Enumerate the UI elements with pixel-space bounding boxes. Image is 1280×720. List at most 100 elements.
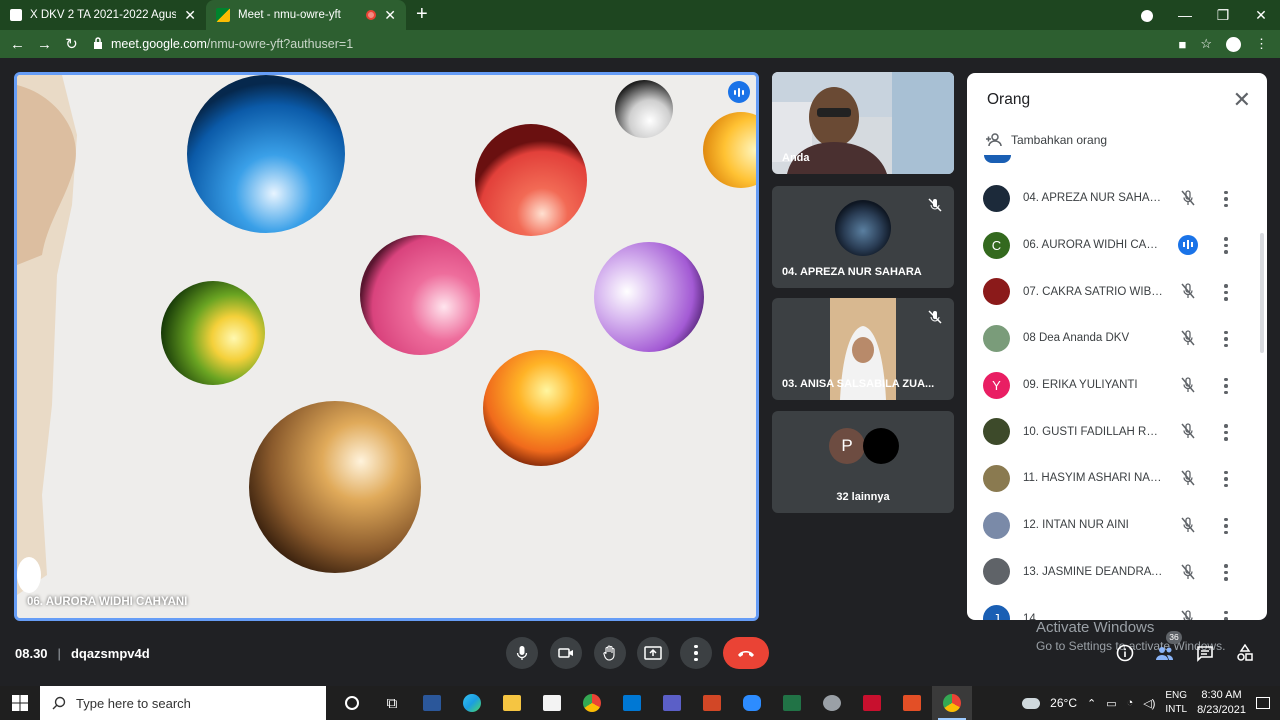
browser-tab-strip: X DKV 2 TA 2021-2022 Agus Sriy ✕ Meet - … [0,0,1280,30]
mic-off-icon[interactable] [1177,607,1199,620]
notifications-icon[interactable] [1256,697,1270,709]
store-icon[interactable] [532,686,572,720]
mic-off-icon[interactable] [1177,327,1199,349]
participant-tile-apreza[interactable]: 04. APREZA NUR SAHARA [772,186,954,288]
participant-row[interactable]: 13. JASMINE DEANDRA P... [967,549,1257,596]
camera-button[interactable] [550,637,582,669]
participant-tile-self[interactable]: Anda [772,72,954,174]
participant-row[interactable]: 04. APREZA NUR SAHARA [967,175,1257,222]
participant-row[interactable]: 08 Dea Ananda DKV [967,315,1257,362]
weather-icon[interactable] [1022,697,1041,709]
mic-off-icon[interactable] [1177,374,1199,396]
participant-more-icon[interactable] [1219,375,1233,397]
participant-more-icon[interactable] [1219,235,1233,257]
close-tab-icon[interactable]: ✕ [184,7,196,24]
url-field[interactable]: meet.google.com/nmu-owre-yft?authuser=1 [93,36,1178,52]
chrome-icon[interactable] [572,686,612,720]
add-people-button[interactable]: Tambahkan orang [985,133,1107,147]
clock[interactable]: 8:30 AM 8/23/2021 [1197,688,1246,718]
mic-off-icon[interactable] [1177,187,1199,209]
profile-avatar[interactable] [1226,36,1241,52]
participant-name: 09. ERIKA YULIYANTI [1023,379,1138,392]
close-panel-button[interactable]: ✕ [1233,87,1251,113]
mic-off-icon[interactable] [1177,420,1199,442]
participant-more-icon[interactable] [1219,515,1233,537]
excel-icon[interactable] [772,686,812,720]
temperature[interactable]: 26°C [1050,696,1077,710]
lock-icon[interactable] [93,36,103,52]
meeting-code[interactable]: dqazsmpv4d [71,646,150,661]
volume-icon[interactable]: ◁) [1143,697,1155,710]
participant-count-badge: 36 [1166,631,1182,644]
participant-row[interactable]: J 14. ... [967,595,1257,620]
participant-row[interactable]: 10. GUSTI FADILLAH RAH... [967,408,1257,455]
close-window-button[interactable]: ✕ [1242,7,1280,24]
network-icon[interactable]: ◔ [1127,697,1134,709]
participant-more-icon[interactable] [1219,328,1233,350]
participant-more-icon[interactable] [1219,468,1233,490]
camera-permission-icon[interactable]: ■ [1178,37,1186,52]
zoom-icon[interactable] [732,686,772,720]
search-placeholder: Type here to search [76,695,191,711]
file-explorer-icon[interactable] [492,686,532,720]
reload-button[interactable]: ↻ [58,35,85,53]
people-button[interactable] [1153,641,1177,665]
mic-off-icon[interactable] [1177,561,1199,583]
pdf-reader-icon[interactable] [852,686,892,720]
edge-icon[interactable] [452,686,492,720]
participant-more-icon[interactable] [1219,608,1233,620]
participant-row[interactable]: 11. HASYIM ASHARI NASR... [967,455,1257,502]
participant-more-icon[interactable] [1219,562,1233,584]
new-tab-button[interactable]: + [416,0,428,30]
speaking-indicator-icon[interactable] [1177,234,1199,256]
more-options-button[interactable] [680,637,712,669]
powerpoint-icon[interactable] [692,686,732,720]
mic-off-icon[interactable] [1177,467,1199,489]
minimize-button[interactable]: — [1166,7,1204,23]
raise-hand-button[interactable] [594,637,626,669]
participant-more-icon[interactable] [1219,281,1233,303]
participant-more-icon[interactable] [1219,188,1233,210]
participant-tile-others[interactable]: P 32 lainnya [772,411,954,513]
taskbar-search-box[interactable]: Type here to search [40,686,326,720]
tab-search-icon[interactable] [1128,7,1166,23]
bookmark-star-icon[interactable]: ☆ [1200,36,1212,52]
close-tab-icon[interactable]: ✕ [384,7,396,24]
main-video-stage[interactable]: 06. AURORA WIDHI CAHYANI [14,72,759,621]
panel-scrollbar[interactable] [1260,233,1264,353]
camera-icon [558,648,573,658]
chrome-active-icon[interactable] [932,686,972,720]
battery-icon[interactable]: ▭ [1106,697,1116,710]
leave-call-button[interactable] [723,637,769,669]
task-view-icon[interactable]: ⧉ [372,686,412,720]
cortana-icon[interactable] [332,686,372,720]
chat-button[interactable] [1193,641,1217,665]
participant-avatar [983,511,1010,539]
browser-menu-icon[interactable]: ⋮ [1255,36,1268,52]
participant-row[interactable]: 07. CAKRA SATRIO WIBO... [967,268,1257,315]
forward-button[interactable]: → [31,36,58,53]
app-icon[interactable] [812,686,852,720]
acrobat-icon[interactable] [892,686,932,720]
word-icon[interactable] [412,686,452,720]
teams-icon[interactable] [652,686,692,720]
back-button[interactable]: ← [4,36,31,53]
maximize-button[interactable]: ❐ [1204,7,1242,24]
tab-meet[interactable]: Meet - nmu-owre-yft ✕ [206,0,406,30]
participant-row[interactable]: C 06. AURORA WIDHI CAHY... [967,222,1257,269]
mic-off-icon[interactable] [1177,280,1199,302]
participant-tile-anisa[interactable]: 03. ANISA SALSABILA ZUA... [772,298,954,400]
microphone-button[interactable] [506,637,538,669]
meeting-details-button[interactable] [1113,641,1137,665]
mic-off-icon[interactable] [1177,514,1199,536]
language-indicator[interactable]: ENG INTL [1165,689,1187,717]
tab-classroom[interactable]: X DKV 2 TA 2021-2022 Agus Sriy ✕ [0,0,206,30]
mail-icon[interactable] [612,686,652,720]
present-screen-button[interactable] [637,637,669,669]
participant-row[interactable]: Y 09. ERIKA YULIYANTI [967,362,1257,409]
participant-more-icon[interactable] [1219,421,1233,443]
participant-row[interactable]: 12. INTAN NUR AINI [967,502,1257,549]
chevron-up-icon[interactable]: ⌃ [1087,697,1096,710]
activities-button[interactable] [1233,641,1257,665]
start-button[interactable] [0,686,40,720]
